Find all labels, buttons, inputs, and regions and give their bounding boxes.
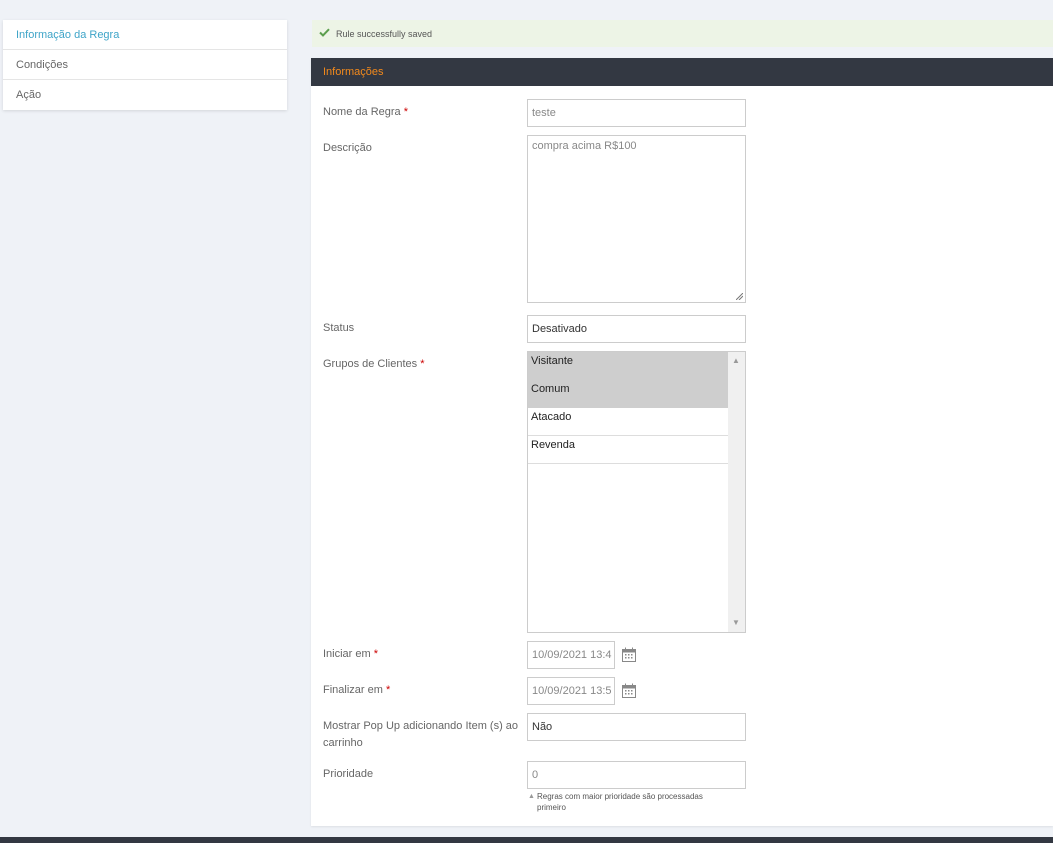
calendar-icon[interactable] xyxy=(621,683,637,699)
priority-label: Prioridade xyxy=(323,768,374,780)
rule-name-input[interactable] xyxy=(527,99,746,127)
triangle-up-icon: ▲ xyxy=(528,793,535,800)
rule-name-label: Nome da Regra * xyxy=(323,104,523,121)
panel-title: Informações xyxy=(311,58,1053,86)
rule-info-panel: Informações Nome da Regra * Descrição co… xyxy=(311,58,1053,826)
option-visitante[interactable]: Visitante xyxy=(528,352,728,380)
sidebar-nav: Informação da Regra Condições Ação xyxy=(3,20,287,110)
description-textarea[interactable]: compra acima R$100 xyxy=(527,135,746,303)
scroll-up-icon[interactable]: ▲ xyxy=(732,356,740,365)
customer-groups-multiselect[interactable]: Visitante Comum Atacado Revenda ▲ ▼ xyxy=(527,351,746,633)
scrollbar[interactable]: ▲ ▼ xyxy=(728,352,745,632)
calendar-icon[interactable] xyxy=(621,647,637,663)
priority-note: ▲ Regras com maior prioridade são proces… xyxy=(527,791,727,813)
scroll-down-icon[interactable]: ▼ xyxy=(732,618,740,627)
description-label: Descrição xyxy=(323,142,372,154)
option-revenda[interactable]: Revenda xyxy=(528,436,728,464)
success-message-text: Rule successfully saved xyxy=(336,28,433,39)
start-date-label-text: Iniciar em xyxy=(323,648,371,660)
customer-groups-label-text: Grupos de Clientes xyxy=(323,358,418,370)
end-date-label-text: Finalizar em xyxy=(323,684,383,696)
popup-label: Mostrar Pop Up adicionando Item (s) ao c… xyxy=(323,720,519,749)
rule-name-label-text: Nome da Regra xyxy=(323,106,401,118)
end-date-input[interactable]: 10/09/2021 13:5 xyxy=(527,677,615,705)
status-label: Status xyxy=(323,322,355,334)
end-date-label: Finalizar em * xyxy=(323,682,523,699)
sidebar-item-action[interactable]: Ação xyxy=(3,80,287,110)
option-comum[interactable]: Comum xyxy=(528,380,728,408)
resize-handle-icon[interactable] xyxy=(736,293,743,300)
status-select[interactable]: Desativado xyxy=(527,315,746,343)
required-marker: * xyxy=(373,648,379,660)
success-message: Rule successfully saved xyxy=(312,20,1053,47)
required-marker: * xyxy=(403,106,408,118)
customer-groups-label: Grupos de Clientes * xyxy=(323,356,523,373)
sidebar-item-conditions[interactable]: Condições xyxy=(3,50,287,80)
sidebar-item-rule-info[interactable]: Informação da Regra xyxy=(3,20,287,50)
start-date-label: Iniciar em * xyxy=(323,646,523,663)
description-text: compra acima R$100 xyxy=(532,140,637,152)
option-atacado[interactable]: Atacado xyxy=(528,408,728,436)
required-marker: * xyxy=(420,358,425,370)
priority-note-text: Regras com maior prioridade são processa… xyxy=(537,792,703,812)
popup-select[interactable]: Não xyxy=(527,713,746,741)
priority-input[interactable] xyxy=(527,761,746,789)
footer-bar xyxy=(0,837,1053,843)
start-date-input[interactable]: 10/09/2021 13:4 xyxy=(527,641,615,669)
required-marker: * xyxy=(385,684,391,696)
checkmark-icon xyxy=(319,28,330,39)
